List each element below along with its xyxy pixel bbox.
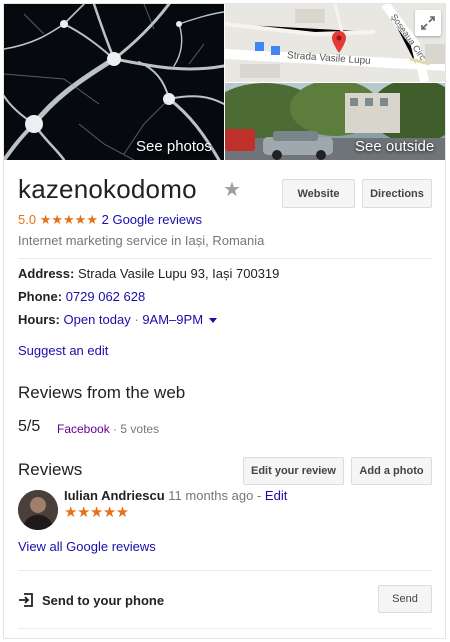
web-review-score: 5/5 [18, 418, 41, 435]
edit-review-link[interactable]: Edit [265, 488, 287, 503]
map-thumbnail[interactable]: Strada Vasile Lupu Șoseaua Circ [225, 4, 445, 82]
web-reviews-title: Reviews from the web [18, 383, 186, 402]
votes-count: 5 votes [120, 422, 160, 436]
rating-value: 5.0 [18, 212, 37, 227]
star-outline-icon[interactable]: ★ [223, 177, 241, 202]
rating-stars: ★★★★★ [39, 212, 98, 227]
caret-down-icon[interactable] [208, 317, 217, 324]
send-button[interactable]: Send [378, 585, 432, 613]
web-review-source-row: Facebook · 5 votes [57, 422, 159, 436]
address-value: Strada Vasile Lupu 93, Iași 700319 [77, 266, 280, 281]
website-button[interactable]: Website [282, 179, 355, 208]
review-header: Iulian Andriescu 11 months ago - Edit [64, 488, 287, 503]
reviewer-avatar-image [18, 490, 58, 530]
knowledge-panel: See photos Strada Vasile Lupu Șoseaua Ci… [3, 3, 446, 639]
add-a-photo-button[interactable]: Add a photo [351, 457, 432, 485]
hero-gallery: See photos Strada Vasile Lupu Șoseaua Ci… [4, 4, 445, 160]
hours-label: Hours: [18, 312, 60, 327]
suggest-edit-row: Suggest an edit [18, 343, 108, 358]
review-time: 11 months ago [168, 488, 254, 503]
phone-row: Phone: 0729 062 628 [18, 289, 145, 304]
edit-your-review-button[interactable]: Edit your review [243, 457, 344, 485]
review-separator: - [256, 488, 262, 503]
see-photos-tile[interactable]: See photos [4, 4, 224, 160]
reviewer-name[interactable]: Iulian Andriescu [64, 488, 165, 503]
review-stars: ★★★★★ [64, 504, 129, 521]
business-category: Internet marketing service in Iași, Roma… [18, 233, 265, 248]
send-to-device-icon [19, 593, 33, 607]
divider [18, 258, 432, 259]
view-all-reviews-link[interactable]: View all Google reviews [18, 539, 156, 554]
divider [18, 570, 432, 571]
expand-icon [421, 16, 435, 30]
address-label: Address: [18, 266, 75, 281]
see-outside-tile[interactable]: See outside [225, 83, 445, 160]
see-outside-label[interactable]: See outside [355, 138, 434, 155]
suggest-edit-link[interactable]: Suggest an edit [18, 343, 108, 358]
rating-summary: 5.0 ★★★★★ 2 Google reviews [18, 212, 202, 228]
phone-label: Phone: [18, 289, 63, 304]
reviews-title: Reviews [18, 460, 83, 479]
see-photos-label[interactable]: See photos [136, 138, 212, 155]
votes-separator: · [113, 422, 118, 436]
hours-row[interactable]: Hours: Open today · 9AM–9PM [18, 312, 217, 327]
google-reviews-link[interactable]: 2 Google reviews [102, 212, 202, 227]
send-to-phone-label[interactable]: Send to your phone [42, 593, 164, 608]
phone-link[interactable]: 0729 062 628 [66, 289, 146, 304]
avatar[interactable] [18, 490, 58, 530]
hours-value[interactable]: 9AM–9PM [142, 312, 203, 327]
view-all-row: View all Google reviews [18, 539, 156, 554]
divider [18, 628, 432, 629]
hours-separator: · [134, 312, 139, 327]
neuron-photo [4, 4, 224, 160]
business-name: kazenokodomo [18, 174, 197, 204]
map-pin-icon [332, 31, 346, 53]
address-row: Address: Strada Vasile Lupu 93, Iași 700… [18, 266, 279, 281]
facebook-link[interactable]: Facebook [57, 422, 110, 436]
directions-button[interactable]: Directions [362, 179, 432, 208]
send-to-phone-row[interactable]: Send to your phone [18, 592, 164, 608]
expand-map-button[interactable] [415, 10, 441, 36]
hours-status[interactable]: Open today [64, 312, 131, 327]
